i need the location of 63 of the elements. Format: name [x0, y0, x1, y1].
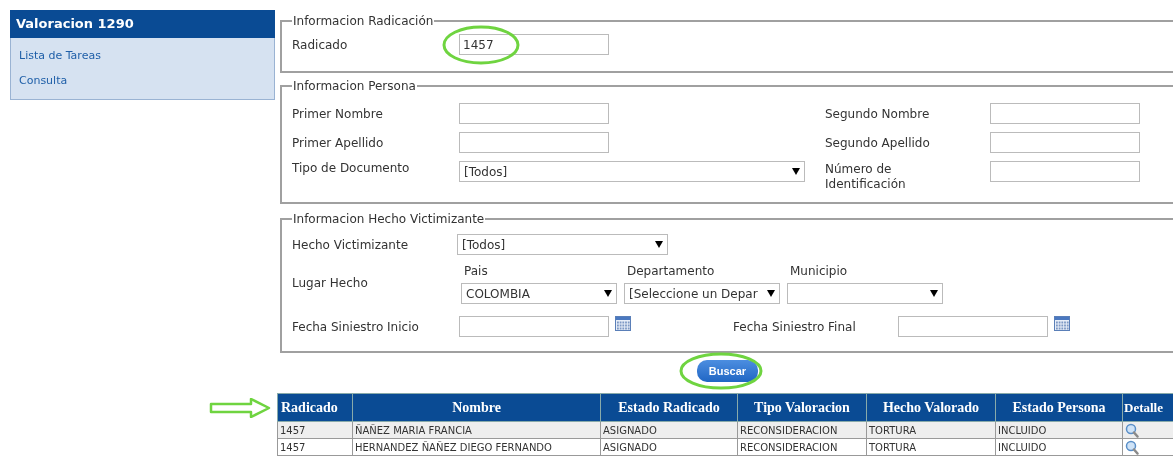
section-legend: Informacion Radicación — [292, 12, 435, 30]
field-label: Segundo Apellido — [825, 134, 931, 152]
dropdown[interactable]: [Seleccione un Depar — [624, 283, 780, 304]
text-field[interactable] — [990, 103, 1140, 124]
dropdown[interactable]: [Todos] — [457, 234, 668, 255]
column-header[interactable]: Tipo Valoracion — [737, 393, 867, 422]
text-field[interactable] — [459, 103, 609, 124]
table-cell: ASIGNADO — [600, 421, 738, 439]
caret-icon — [604, 290, 612, 297]
text-field[interactable] — [990, 132, 1140, 153]
column-header[interactable]: Nombre — [352, 393, 601, 422]
calendar-icon[interactable] — [615, 316, 631, 331]
dropdown[interactable]: COLOMBIA — [461, 283, 617, 304]
field-label: Hecho Victimizante — [292, 236, 410, 254]
field-label: Número de Identificación — [825, 161, 907, 192]
table-cell: TORTURA — [866, 421, 996, 439]
field-label: Departamento — [626, 263, 716, 280]
pointer-arrow — [209, 398, 271, 418]
field-label: Fecha Siniestro Inicio — [292, 318, 420, 336]
column-header[interactable]: Hecho Valorado — [866, 393, 996, 422]
field-label: Primer Apellido — [292, 134, 385, 152]
field-label: Lugar Hecho — [292, 275, 369, 292]
table-cell: HERNANDEZ ÑAÑEZ DIEGO FERNANDO — [352, 438, 601, 456]
column-header[interactable]: Radicado — [277, 393, 353, 422]
table-cell: 1457 — [277, 421, 353, 439]
table-cell: TORTURA — [866, 438, 996, 456]
column-header[interactable]: Estado Radicado — [600, 393, 738, 422]
caret-icon — [930, 290, 938, 297]
table-cell: ASIGNADO — [600, 438, 738, 456]
table-cell: INCLUIDO — [995, 421, 1123, 439]
field-label: Segundo Nombre — [825, 105, 931, 123]
field-label: Fecha Siniestro Final — [733, 318, 857, 336]
calendar-icon[interactable] — [1054, 316, 1070, 331]
column-header[interactable]: Estado Persona — [995, 393, 1123, 422]
sidebar-link[interactable]: Lista de Tareas — [11, 44, 109, 69]
date-field[interactable] — [459, 316, 609, 337]
table-cell: 1457 — [277, 438, 353, 456]
search-button[interactable]: Buscar — [696, 360, 759, 382]
caret-icon — [655, 241, 663, 248]
table-cell: INCLUIDO — [995, 438, 1123, 456]
sidebar-link[interactable]: Consulta — [11, 68, 76, 93]
text-field[interactable] — [990, 161, 1140, 182]
caret-icon — [767, 290, 775, 297]
column-header[interactable]: Detalle — [1122, 393, 1173, 422]
sidebar-title: Valoracion 1290 — [10, 10, 275, 38]
section-legend: Informacion Hecho Victimizante — [292, 210, 486, 228]
date-field[interactable] — [898, 316, 1048, 337]
section-legend: Informacion Persona — [292, 77, 417, 95]
magnifier-icon[interactable] — [1125, 439, 1139, 455]
text-field[interactable] — [459, 132, 609, 153]
field-label: Tipo de Documento — [292, 161, 411, 176]
table-cell: RECONSIDERACION — [737, 438, 867, 456]
dropdown[interactable]: [Todos] — [459, 161, 805, 182]
field-label: Municipio — [789, 263, 849, 280]
field-label: Primer Nombre — [292, 105, 384, 123]
table-cell: RECONSIDERACION — [737, 421, 867, 439]
field-label: Radicado — [292, 36, 349, 54]
text-field[interactable]: 1457 — [459, 34, 609, 55]
table-cell: ÑAÑEZ MARIA FRANCIA — [352, 421, 601, 439]
caret-icon — [792, 168, 800, 175]
dropdown[interactable] — [787, 283, 943, 304]
magnifier-icon[interactable] — [1125, 422, 1139, 438]
field-label: Pais — [463, 263, 489, 280]
